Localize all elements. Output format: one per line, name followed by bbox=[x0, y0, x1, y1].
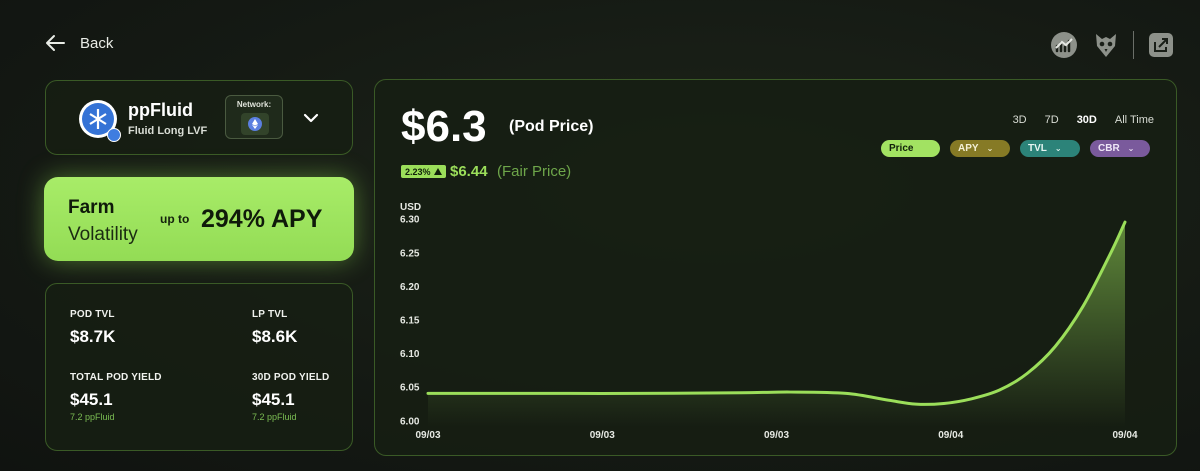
y-tick-label: 6.15 bbox=[400, 316, 420, 327]
stat-label: POD TVL bbox=[70, 309, 115, 320]
stat-sub: 7.2 ppFluid bbox=[252, 412, 297, 422]
y-tick-label: 6.05 bbox=[400, 383, 420, 394]
network-box[interactable]: Network: bbox=[225, 95, 283, 139]
stat-pod-tvl: POD TVL $8.7K bbox=[70, 309, 115, 347]
stat-label: 30D POD YIELD bbox=[252, 372, 330, 383]
ethereum-icon bbox=[241, 113, 269, 135]
stat-lp-tvl: LP TVL $8.6K bbox=[252, 309, 297, 347]
arrow-left-icon bbox=[46, 35, 65, 51]
x-tick-label: 09/03 bbox=[590, 430, 615, 441]
token-name: ppFluid bbox=[128, 100, 193, 120]
farm-title: Farm bbox=[68, 197, 115, 218]
chart-logo-icon[interactable] bbox=[1049, 30, 1079, 60]
y-tick-label: 6.20 bbox=[400, 282, 420, 293]
icon-divider bbox=[1133, 31, 1134, 59]
x-tick-label: 09/04 bbox=[1112, 430, 1137, 441]
network-label: Network: bbox=[236, 100, 272, 109]
fluid-logo-icon bbox=[79, 100, 121, 142]
top-bar: Back bbox=[0, 0, 1200, 80]
farm-up-to: up to bbox=[160, 212, 190, 226]
farm-volatility-button[interactable]: Farm Volatility up to 294% APY bbox=[44, 177, 354, 261]
stat-sub: 7.2 ppFluid bbox=[70, 412, 115, 422]
share-icon[interactable] bbox=[1146, 30, 1176, 60]
back-label: Back bbox=[80, 34, 114, 52]
farm-apy: 294% APY bbox=[201, 205, 323, 233]
stat-value: $8.7K bbox=[70, 327, 116, 346]
price-chart: USD 6.30 6.25 6.20 6.15 6.10 6.05 6.00 09/03 09… bbox=[400, 202, 1138, 441]
price-chart-card: $6.3 (Pod Price) 2.23% $6.44 (Fair Price… bbox=[374, 79, 1177, 456]
x-tick-label: 09/04 bbox=[938, 430, 963, 441]
top-icon-group bbox=[1049, 30, 1176, 60]
y-tick-label: 6.30 bbox=[400, 215, 420, 226]
y-tick-label: 6.00 bbox=[400, 416, 420, 427]
y-tick-label: 6.25 bbox=[400, 248, 420, 259]
chevron-down-icon[interactable] bbox=[302, 109, 320, 127]
chain-badge-icon bbox=[107, 128, 121, 142]
stat-value: $8.6K bbox=[252, 327, 298, 346]
token-selector-card: ppFluid Fluid Long LVF Network: bbox=[45, 80, 353, 155]
x-tick-label: 09/03 bbox=[415, 430, 440, 441]
y-tick-label: 6.10 bbox=[400, 349, 420, 360]
token-subtitle: Fluid Long LVF bbox=[128, 125, 208, 137]
stat-label: LP TVL bbox=[252, 309, 288, 320]
price-line bbox=[426, 220, 1127, 406]
stat-label: TOTAL POD YIELD bbox=[70, 372, 162, 383]
owl-logo-icon[interactable] bbox=[1091, 30, 1121, 60]
stat-total-pod-yield: TOTAL POD YIELD $45.1 7.2 ppFluid bbox=[70, 372, 162, 422]
stat-value: $45.1 bbox=[70, 390, 113, 409]
x-tick-label: 09/03 bbox=[764, 430, 789, 441]
stat-30d-pod-yield: 30D POD YIELD $45.1 7.2 ppFluid bbox=[252, 372, 329, 422]
y-axis-unit: USD bbox=[400, 202, 421, 213]
back-button[interactable]: Back bbox=[44, 32, 113, 54]
price-area bbox=[428, 222, 1125, 427]
stats-card: POD TVL $8.7K LP TVL $8.6K TOTAL POD YIE… bbox=[45, 283, 353, 451]
farm-subtitle: Volatility bbox=[68, 224, 138, 245]
stat-value: $45.1 bbox=[252, 390, 295, 409]
